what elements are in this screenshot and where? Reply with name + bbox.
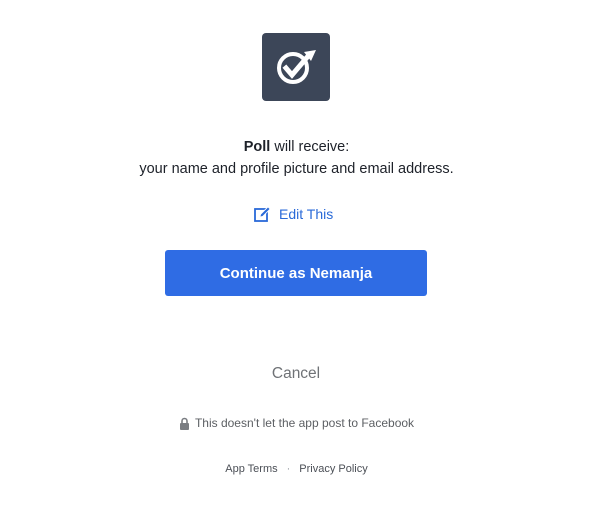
facebook-login-dialog: Poll will receive: your name and profile… bbox=[0, 0, 593, 508]
edit-icon bbox=[254, 206, 271, 223]
permissions-scope: your name and profile picture and email … bbox=[139, 161, 454, 177]
edit-permissions-link[interactable]: Edit This bbox=[254, 204, 333, 224]
app-name: Poll bbox=[243, 139, 271, 155]
privacy-note: This doesn't let the app post to Faceboo… bbox=[0, 416, 593, 430]
app-terms-link[interactable]: App Terms bbox=[225, 463, 277, 475]
footer-separator: · bbox=[286, 463, 291, 475]
footer-links: App Terms · Privacy Policy bbox=[0, 463, 593, 475]
continue-button[interactable]: Continue as Nemanja bbox=[165, 250, 427, 296]
app-logo bbox=[262, 33, 330, 101]
edit-link-label: Edit This bbox=[279, 206, 334, 222]
poll-checkmark-icon bbox=[277, 50, 316, 84]
receive-suffix: will receive: bbox=[270, 139, 350, 155]
privacy-note-text: This doesn't let the app post to Faceboo… bbox=[194, 416, 415, 430]
lock-icon bbox=[179, 417, 190, 430]
privacy-policy-link[interactable]: Privacy Policy bbox=[299, 463, 367, 475]
permissions-heading: Poll will receive: bbox=[0, 138, 593, 156]
cancel-button[interactable]: Cancel bbox=[246, 363, 346, 385]
